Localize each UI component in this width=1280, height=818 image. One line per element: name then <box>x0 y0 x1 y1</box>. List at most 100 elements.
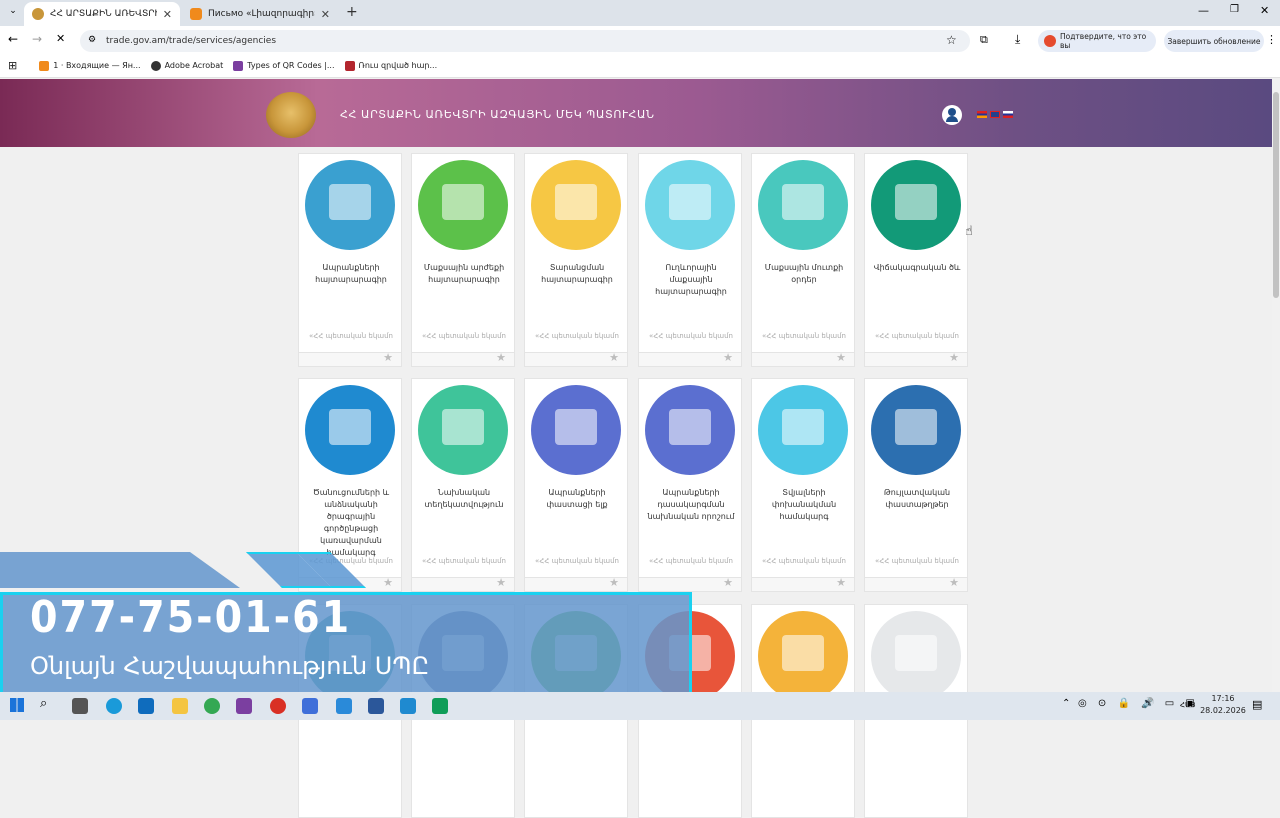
site-settings-icon[interactable]: ⚙ <box>88 35 96 45</box>
english-flag-icon[interactable] <box>990 111 1000 118</box>
task-view-icon[interactable] <box>72 698 88 714</box>
service-card[interactable]: Թույլատվական փաստաթղթեր «ՀՀ պետական եկամո… <box>864 378 968 592</box>
keyboard-layout-indicator[interactable]: ՀԱՅ <box>1180 701 1195 709</box>
verify-identity-label: Подтвердите, что это вы <box>1060 32 1147 50</box>
service-card-label: Տվյալների փոխանակման համակարգ <box>771 488 837 521</box>
service-card[interactable]: Մաքսային մուտքի օրդեր «ՀՀ պետական եկամո ★ <box>751 153 855 367</box>
stop-loading-icon[interactable]: ✕ <box>56 32 65 45</box>
tab-active[interactable]: ՀՀ ԱՐՏԱՔԻՆ ԱՌԵՎՏՐԻ ԱԶԳ ✕ <box>24 2 180 26</box>
bookmark-star-icon[interactable]: ☆ <box>946 33 957 47</box>
overlay-decoration <box>0 552 240 588</box>
extensions-icon[interactable]: ⧉ <box>980 33 988 47</box>
bookmark-label: Types of QR Codes |... <box>247 61 335 70</box>
site-favicon-icon <box>32 8 44 20</box>
service-card[interactable]: Ապրանքների դասակարգման նախնական որոշում «… <box>638 378 742 592</box>
volume-icon[interactable]: 🔊 <box>1142 698 1154 709</box>
road-pin-icon <box>531 160 621 250</box>
service-card[interactable]: Նախնական տեղեկատվություն «ՀՀ պետական եկամ… <box>411 378 515 592</box>
window-close-button[interactable]: ✕ <box>1260 4 1269 17</box>
minimize-button[interactable]: — <box>1198 4 1209 17</box>
service-source-label: «ՀՀ պետական եկամո <box>535 332 619 340</box>
favorite-star-icon[interactable]: ★ <box>609 351 619 364</box>
favorite-star-icon[interactable]: ★ <box>496 351 506 364</box>
outlook-icon[interactable] <box>138 698 154 714</box>
restore-button[interactable]: ❐ <box>1230 4 1239 15</box>
address-bar[interactable]: trade.gov.am/trade/services/agencies <box>80 30 970 52</box>
service-source-label: «ՀՀ պետական եկամո <box>762 332 846 340</box>
finish-update-button[interactable]: Завершить обновление <box>1164 30 1264 52</box>
app-icon[interactable] <box>400 698 416 714</box>
service-card[interactable]: Ապրանքների փաստացի ելք «ՀՀ պետական եկամո ★ <box>524 378 628 592</box>
finish-update-label: Завершить обновление <box>1167 36 1261 46</box>
service-card-label: Ուղևորային մաքսային հայտարարագիր <box>655 263 727 296</box>
files-icon[interactable] <box>172 698 188 714</box>
tab-title: Письмо «Լիազորագիր» — А <box>208 9 315 19</box>
back-arrow-icon[interactable]: ← <box>8 32 18 46</box>
menu-icon[interactable]: ⋮ <box>1266 33 1277 46</box>
service-card-label: Վիճակագրական ծև <box>873 263 961 272</box>
tab-inactive[interactable]: Письмо «Լիազորագիր» — А ✕ <box>182 2 338 26</box>
apps-grid-icon[interactable]: ⊞ <box>8 59 17 72</box>
laptop-document-icon <box>758 160 848 250</box>
new-tab-button[interactable]: + <box>346 4 358 20</box>
service-card[interactable]: Ուղևորային մաքսային հայտարարագիր «ՀՀ պետա… <box>638 153 742 367</box>
favorite-star-icon[interactable]: ★ <box>949 576 959 589</box>
acrobat-icon <box>150 60 161 71</box>
bookmark-item[interactable]: Adobe Acrobat <box>150 60 223 71</box>
app-icon[interactable] <box>336 698 352 714</box>
armenian-flag-icon[interactable] <box>977 111 987 118</box>
close-icon[interactable]: ✕ <box>321 8 330 21</box>
qr-icon <box>233 60 244 71</box>
forward-arrow-icon[interactable]: → <box>32 32 42 46</box>
bookmark-item[interactable]: 1 · Входящие — Ян... <box>39 60 141 71</box>
doc-icon <box>344 60 355 71</box>
bookmark-item[interactable]: Types of QR Codes |... <box>233 60 335 71</box>
windows-start-icon[interactable] <box>10 698 24 712</box>
service-card[interactable]: Ապրանքների հայտարարագիր «ՀՀ պետական եկամո… <box>298 153 402 367</box>
clock[interactable]: 17:16 28.02.2026 <box>1200 693 1246 717</box>
card-footer: ★ <box>752 576 854 591</box>
site-title[interactable]: ՀՀ ԱՐՏԱՔԻՆ ԱՌԵՎՏՐԻ ԱԶԳԱՅԻՆ ՄԵԿ ՊԱՏՈՒՀԱՆ <box>340 108 655 121</box>
favorite-star-icon[interactable]: ★ <box>723 576 733 589</box>
service-source-label: «ՀՀ պետական եկամո <box>422 332 506 340</box>
favorite-star-icon[interactable]: ★ <box>836 576 846 589</box>
service-card-label: Ապրանքների դասակարգման նախնական որոշում <box>647 488 735 521</box>
favorite-star-icon[interactable]: ★ <box>383 576 393 589</box>
tab-list-button[interactable]: ⌄ <box>6 6 20 20</box>
service-card[interactable]: Տվյալների փոխանակման համակարգ «ՀՀ պետական… <box>751 378 855 592</box>
tray-chevron-icon[interactable]: ⌃ <box>1062 698 1070 709</box>
word-icon[interactable] <box>368 698 384 714</box>
gear-bell-icon <box>305 385 395 475</box>
card-footer: ★ <box>299 351 401 366</box>
favorite-star-icon[interactable]: ★ <box>609 576 619 589</box>
service-source-label: «ՀՀ պետական եկամո <box>649 557 733 565</box>
mail-icon <box>39 60 50 71</box>
service-card[interactable]: Մաքսային արժեքի հայտարարագիր «ՀՀ պետական … <box>411 153 515 367</box>
app-icon[interactable] <box>270 698 286 714</box>
download-icon[interactable]: ⤓ <box>1015 32 1020 47</box>
card-footer: ★ <box>525 576 627 591</box>
app-icon[interactable] <box>236 698 252 714</box>
bookmark-label: Ռուս զրված հար... <box>358 61 438 70</box>
notifications-icon[interactable]: ▤ <box>1252 698 1262 711</box>
favorite-star-icon[interactable]: ★ <box>383 351 393 364</box>
service-card[interactable]: Տարանցման հայտարարագիր «ՀՀ պետական եկամո ★ <box>524 153 628 367</box>
scrollbar-thumb[interactable] <box>1273 92 1279 298</box>
close-icon[interactable]: ✕ <box>163 8 172 21</box>
russian-flag-icon[interactable] <box>1003 111 1013 118</box>
binders-icon <box>871 611 961 701</box>
favorite-star-icon[interactable]: ★ <box>836 351 846 364</box>
service-card[interactable]: Վիճակագրական ծև «ՀՀ պետական եկամո ★ <box>864 153 968 367</box>
favorite-star-icon[interactable]: ★ <box>949 351 959 364</box>
favorite-star-icon[interactable]: ★ <box>723 351 733 364</box>
coat-of-arms-logo[interactable] <box>266 92 316 138</box>
app-icon[interactable] <box>302 698 318 714</box>
edge-icon[interactable] <box>106 698 122 714</box>
bookmark-item[interactable]: Ռուս զրված հար... <box>344 60 438 71</box>
chrome-icon[interactable] <box>204 698 220 714</box>
search-icon[interactable]: ⌕ <box>40 696 47 711</box>
user-icon[interactable] <box>942 105 962 125</box>
report-chart-icon <box>758 611 848 701</box>
favorite-star-icon[interactable]: ★ <box>496 576 506 589</box>
app-icon[interactable] <box>432 698 448 714</box>
